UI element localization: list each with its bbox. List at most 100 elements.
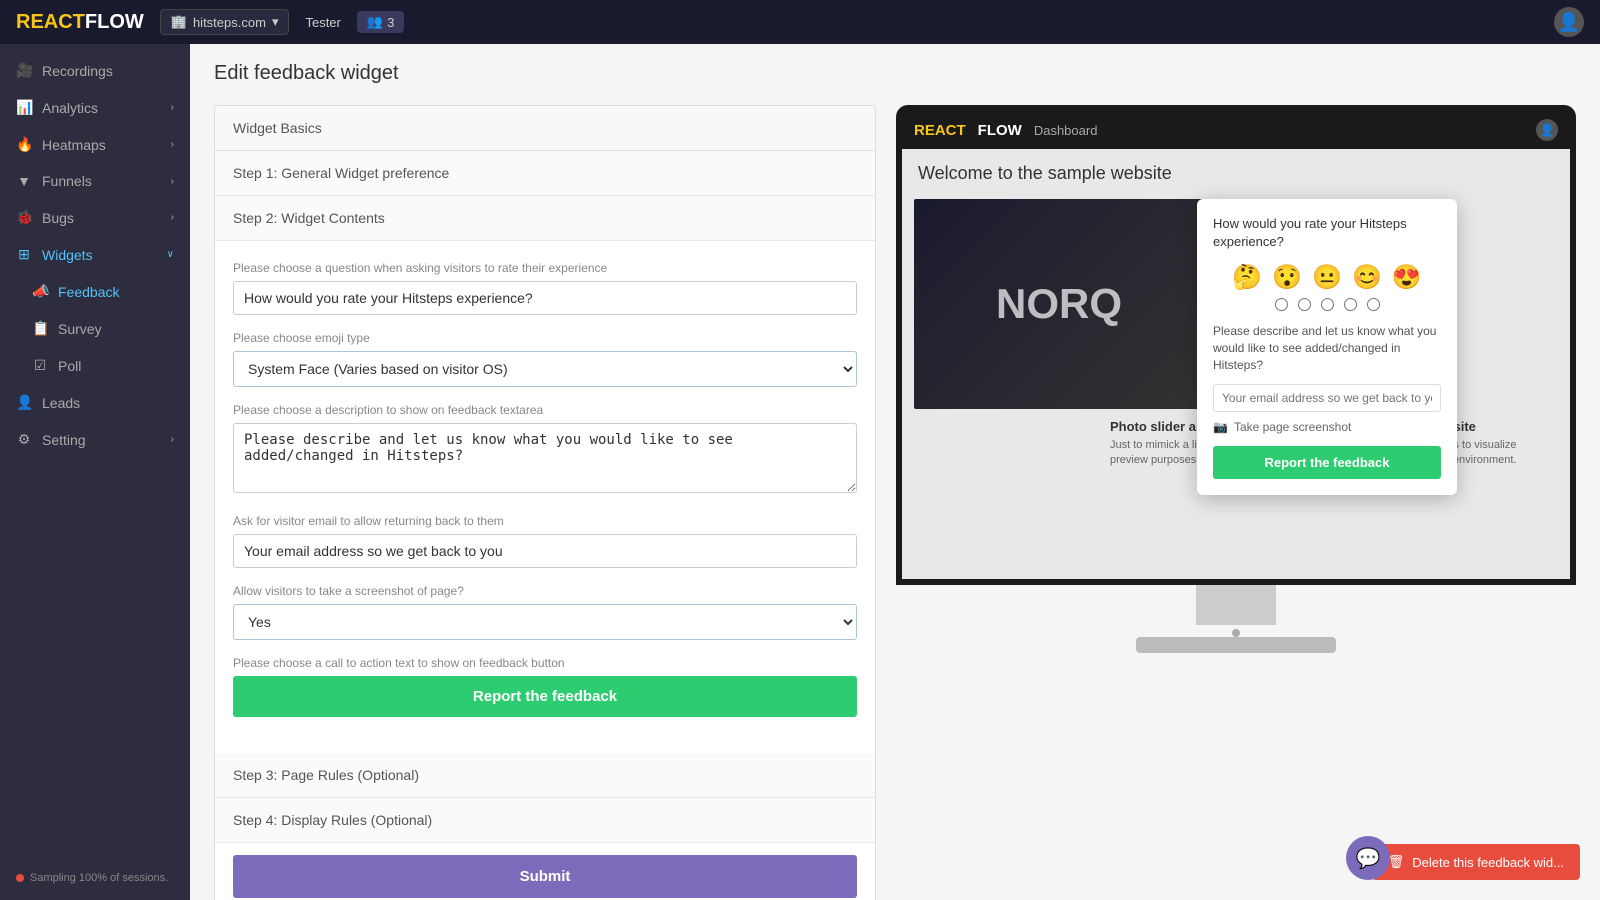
brand-logo[interactable]: REACT FLOW [16,11,144,34]
step4-label: Step 4: Display Rules (Optional) [233,812,432,828]
trash-icon: 🗑 [1388,854,1405,870]
norq-text: NORQ [996,280,1122,328]
emoji-surprised: 😯 [1272,263,1302,292]
step2-row[interactable]: Step 2: Widget Contents [215,196,875,241]
brand-react: REACT [16,11,85,34]
account-avatar[interactable]: 👤 [1554,7,1584,37]
site-selector[interactable]: 🏢 hitsteps.com ▾ [160,9,290,35]
dropdown-icon: ▾ [272,14,279,30]
top-navigation: REACT FLOW 🏢 hitsteps.com ▾ Tester 👥 3 👤 [0,0,1600,44]
sidebar-item-label: Survey [58,321,102,337]
feedback-icon: 📣 [32,283,48,300]
site-name: hitsteps.com [193,15,266,30]
browser-brand-flow: FLOW [978,122,1022,139]
sidebar-item-survey[interactable]: 📋 Survey [0,310,190,347]
screenshot-label: Allow visitors to take a screenshot of p… [233,584,857,598]
sidebar-item-label: Poll [58,358,81,374]
leads-icon: 👤 [16,394,32,411]
widgets-icon: ⊞ [16,246,32,263]
screenshot-select[interactable]: Yes No [233,604,857,640]
popup-email-input[interactable] [1213,384,1441,412]
sidebar-item-label: Bugs [42,210,74,226]
sidebar-item-bugs[interactable]: 🐞 Bugs › [0,199,190,236]
sidebar-item-analytics[interactable]: 📊 Analytics › [0,89,190,126]
chevron-right-icon: › [171,434,174,445]
sidebar-item-label: Leads [42,395,80,411]
sidebar-item-feedback[interactable]: 📣 Feedback [0,273,190,310]
submit-button[interactable]: Submit [233,855,857,898]
radio-5[interactable] [1367,298,1380,311]
user-name: Tester [305,15,340,30]
step4-row[interactable]: Step 4: Display Rules (Optional) [215,798,875,843]
emoji-row: 🤔 😯 😐 😊 😍 [1213,263,1441,292]
radio-row [1213,298,1441,311]
step1-row[interactable]: Step 1: General Widget preference [215,151,875,196]
chevron-down-icon: ∨ [167,249,174,260]
sidebar-item-heatmaps[interactable]: 🔥 Heatmaps › [0,126,190,163]
page-title: Edit feedback widget [214,62,1576,85]
sidebar-item-funnels[interactable]: ▼ Funnels › [0,163,190,199]
recordings-icon: 🎥 [16,62,32,79]
step3-row[interactable]: Step 3: Page Rules (Optional) [215,753,875,798]
preview-image: NORQ [914,199,1204,409]
sidebar-item-label: Analytics [42,100,98,116]
sidebar-item-leads[interactable]: 👤 Leads [0,384,190,421]
cta-button[interactable]: Report the feedback [233,676,857,717]
step3-label: Step 3: Page Rules (Optional) [233,767,419,783]
screenshot-icon: 📷 [1213,420,1228,434]
radio-2[interactable] [1298,298,1311,311]
feedback-popup: How would you rate your Hitsteps experie… [1197,199,1457,495]
screenshot-text: Take page screenshot [1234,420,1351,434]
users-count: 3 [387,15,394,30]
emoji-label: Please choose emoji type [233,331,857,345]
monitor-content: Welcome to the sample website NORQ Purpo… [902,149,1570,585]
sidebar-item-label: Recordings [42,63,113,79]
widget-basics-header: Widget Basics [215,106,875,151]
chevron-right-icon: › [171,176,174,187]
emoji-love: 😍 [1392,263,1422,292]
form-panel: Widget Basics Step 1: General Widget pre… [214,105,876,900]
monitor-wrap: REACT FLOW Dashboard 👤 Welcome to the sa… [896,105,1576,653]
emoji-smile: 😊 [1352,263,1382,292]
sampling-text: Sampling 100% of sessions. [30,872,168,884]
sidebar-item-widgets[interactable]: ⊞ Widgets ∨ [0,236,190,273]
emoji-select[interactable]: System Face (Varies based on visitor OS)… [233,351,857,387]
sidebar-item-setting[interactable]: ⚙ Setting › [0,421,190,458]
chevron-right-icon: › [171,212,174,223]
sidebar-item-label: Funnels [42,173,92,189]
widget-basics-card: Widget Basics Step 1: General Widget pre… [214,105,876,900]
sampling-indicator [16,874,24,882]
browser-avatar: 👤 [1536,119,1558,141]
analytics-icon: 📊 [16,99,32,116]
brand-flow: FLOW [85,11,144,34]
poll-icon: ☑ [32,357,48,374]
popup-report-button[interactable]: Report the feedback [1213,446,1441,479]
radio-3[interactable] [1321,298,1334,311]
heatmaps-icon: 🔥 [16,136,32,153]
question-input[interactable] [233,281,857,315]
radio-1[interactable] [1275,298,1288,311]
description-label: Please choose a description to show on f… [233,403,857,417]
browser-nav-dashboard: Dashboard [1034,123,1098,138]
delete-feedback-button[interactable]: 🗑 Delete this feedback wid... [1372,844,1580,880]
sidebar-item-recordings[interactable]: 🎥 Recordings [0,52,190,89]
radio-4[interactable] [1344,298,1357,311]
monitor-dot [1232,629,1240,637]
description-textarea[interactable]: Please describe and let us know what you… [233,423,857,493]
sidebar-item-label: Widgets [42,247,93,263]
emoji-thinking: 🤔 [1232,263,1262,292]
sidebar: 🎥 Recordings 📊 Analytics › 🔥 Heatmaps › … [0,44,190,900]
monitor-screen: REACT FLOW Dashboard 👤 Welcome to the sa… [896,105,1576,585]
browser-brand-react: REACT [914,122,966,139]
popup-question: How would you rate your Hitsteps experie… [1213,215,1441,251]
preview-panel: REACT FLOW Dashboard 👤 Welcome to the sa… [896,105,1576,653]
browser-bar: REACT FLOW Dashboard 👤 [902,111,1570,149]
email-input[interactable] [233,534,857,568]
email-ask-label: Ask for visitor email to allow returning… [233,514,857,528]
sidebar-item-label: Feedback [58,284,119,300]
chevron-right-icon: › [171,102,174,113]
site-icon: 🏢 [171,14,187,30]
users-badge[interactable]: 👥 3 [357,11,404,33]
chat-icon-button[interactable]: 💬 [1346,836,1390,880]
sidebar-item-poll[interactable]: ☑ Poll [0,347,190,384]
